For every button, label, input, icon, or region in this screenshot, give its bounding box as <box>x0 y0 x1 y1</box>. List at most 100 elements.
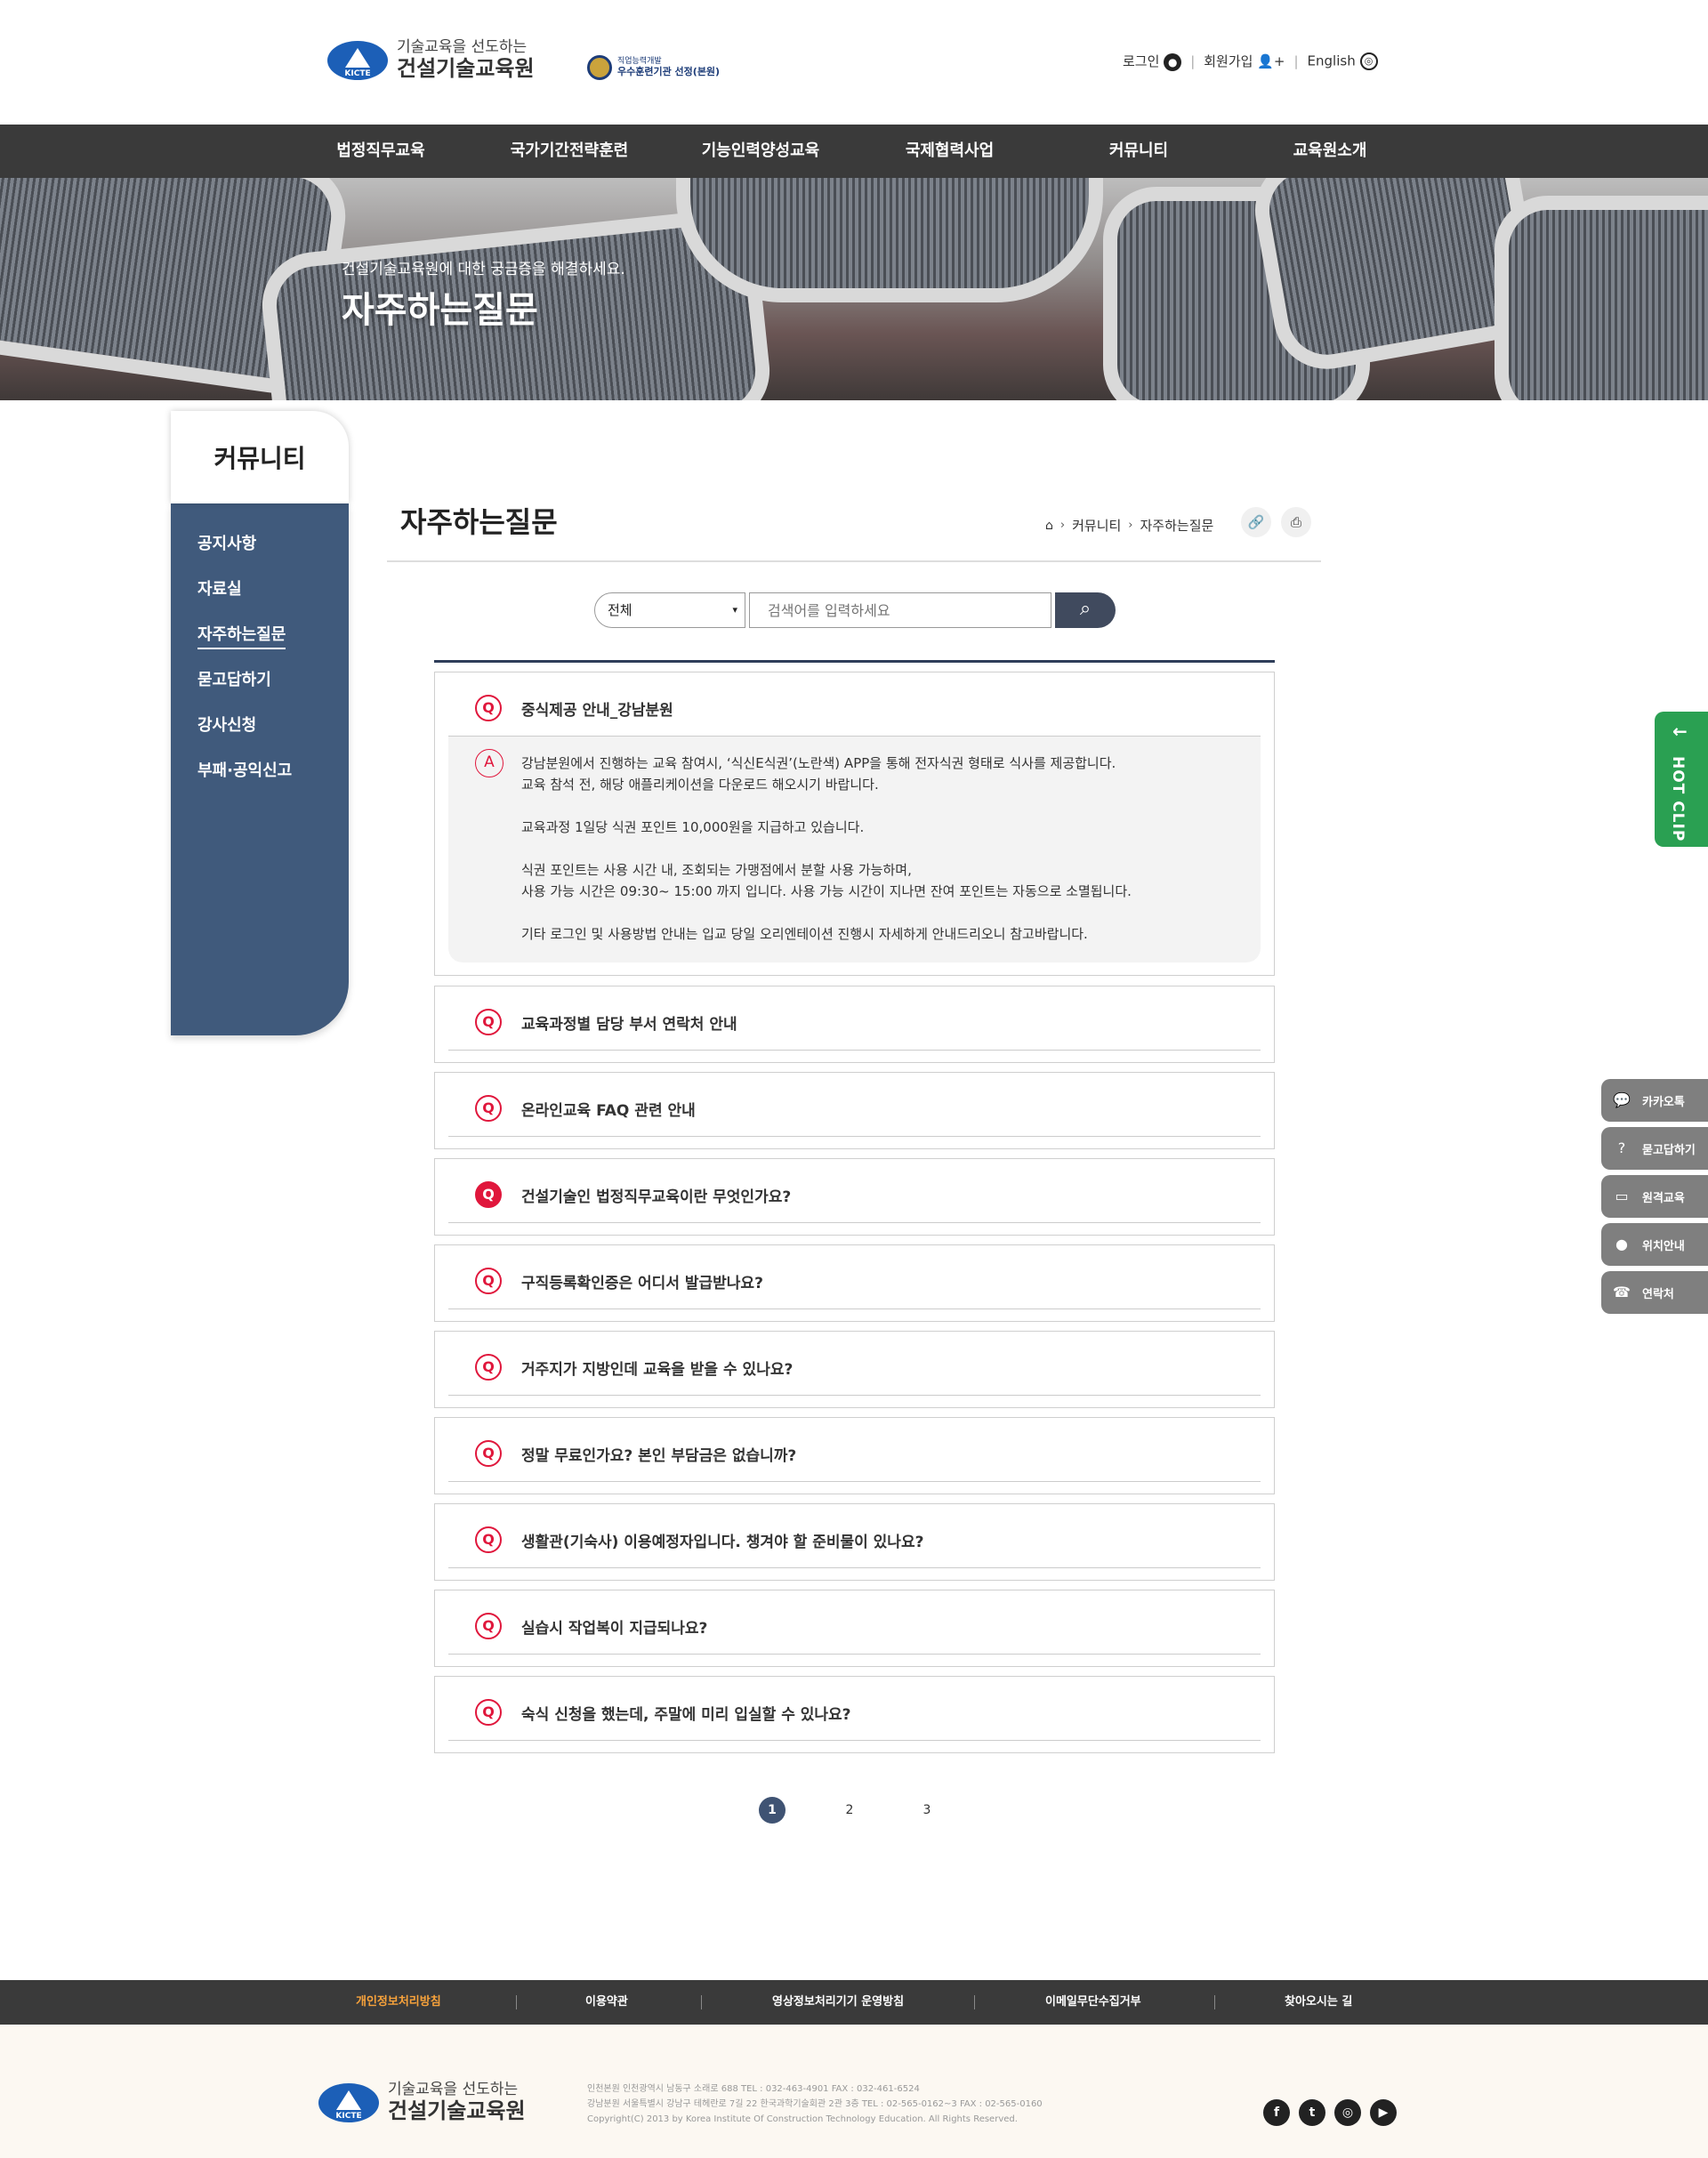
question-icon: Q <box>475 695 502 721</box>
faq-item[interactable]: Q 숙식 신청을 했는데, 주말에 미리 입실할 수 있나요? <box>434 1676 1275 1753</box>
faq-list-top-border <box>434 660 1275 663</box>
question-icon: Q <box>475 1181 502 1208</box>
question-icon: Q <box>475 1699 502 1726</box>
footer-link-cctv[interactable]: 영상정보처리기기 운영방침 <box>772 1980 904 2025</box>
phone-icon: ☎ <box>1613 1284 1631 1300</box>
question-icon: Q <box>475 1613 502 1639</box>
answer-icon: A <box>475 749 504 777</box>
hero-banner: 건설기술교육원에 대한 궁금증을 해결하세요. 자주하는질문 <box>0 178 1708 400</box>
page-title: 자주하는질문 <box>400 505 558 539</box>
faq-question: 교육과정별 담당 부서 연락처 안내 <box>521 1016 737 1034</box>
faq-item[interactable]: Q 거주지가 지방인데 교육을 받을 수 있나요? <box>434 1331 1275 1408</box>
footer-link-directions[interactable]: 찾아오시는 길 <box>1285 1980 1352 2025</box>
faq-item[interactable]: Q 실습시 작업복이 지급되나요? <box>434 1590 1275 1667</box>
nav-item-national-training[interactable]: 국가기간전략훈련 <box>498 125 640 178</box>
logo-mark-icon: KICTE <box>327 37 388 82</box>
facebook-icon[interactable]: f <box>1263 2099 1290 2126</box>
side-nav: 커뮤니티 공지사항 자료실 자주하는질문 묻고답하기 강사신청 부패·공익신고 <box>171 411 349 1035</box>
utility-nav: 로그인 ● | 회원가입 👤+ | English ◎ <box>1123 52 1378 71</box>
nav-item-skill-training[interactable]: 기능인력양성교육 <box>689 125 832 178</box>
link-icon[interactable]: 🔗 <box>1241 507 1271 537</box>
badge-line2: 우수훈련기관 선정(본원) <box>617 66 721 77</box>
join-link[interactable]: 회원가입 👤+ <box>1204 52 1285 70</box>
faq-question-row[interactable]: Q 중식제공 안내_강남분원 <box>448 672 1261 737</box>
user-circle-icon: ● <box>1164 52 1182 71</box>
search-button[interactable]: ⌕ <box>1055 592 1116 628</box>
question-icon: Q <box>475 1009 502 1035</box>
chevron-right-icon: › <box>1128 519 1133 532</box>
faq-question: 숙식 신청을 했는데, 주말에 미리 입실할 수 있나요? <box>521 1706 851 1724</box>
question-icon: Q <box>475 1095 502 1122</box>
faq-item[interactable]: Q 교육과정별 담당 부서 연락처 안내 <box>434 986 1275 1063</box>
faq-item[interactable]: Q 온라인교육 FAQ 관련 안내 <box>434 1072 1275 1149</box>
question-icon: Q <box>475 1440 502 1467</box>
certification-badge: 직업능력개발 우수훈련기관 선정(본원) <box>587 55 720 80</box>
quick-kakaotalk[interactable]: 💬 카카오톡 <box>1601 1079 1708 1122</box>
hot-clip-tab[interactable]: ← HOT CLIP <box>1655 712 1708 847</box>
answer-line: 교육 참석 전, 해당 애플리케이션을 다운로드 해오시기 바랍니다. <box>521 777 879 793</box>
monitor-icon: ▭ <box>1615 1188 1629 1204</box>
faq-question: 생활관(기숙사) 이용예정자입니다. 챙겨야 할 준비물이 있나요? <box>521 1534 924 1551</box>
faq-question: 중식제공 안내_강남분원 <box>521 702 673 720</box>
page-1[interactable]: 1 <box>759 1797 786 1824</box>
sidebar-item-archive[interactable]: 자료실 <box>171 567 349 612</box>
breadcrumb-community[interactable]: 커뮤니티 <box>1072 516 1121 535</box>
globe-icon: ◎ <box>1359 52 1378 70</box>
site-logo[interactable]: KICTE 기술교육을 선도하는 건설기술교육원 <box>327 37 535 82</box>
site-footer: KICTE 기술교육을 선도하는 건설기술교육원 인천본원 인천광역시 남동구 … <box>0 2025 1708 2158</box>
badge-line1: 직업능력개발 <box>617 57 662 66</box>
search-category-select[interactable]: 전체 ▾ <box>594 592 745 628</box>
question-icon: Q <box>475 1526 502 1553</box>
answer-line: 강남분원에서 진행하는 교육 참여시, ‘식신E식권’(노란색) APP을 통해… <box>521 755 1116 771</box>
nav-item-community[interactable]: 커뮤니티 <box>1103 125 1174 178</box>
page-3[interactable]: 3 <box>914 1797 940 1824</box>
faq-item[interactable]: Q 정말 무료인가요? 본인 부담금은 없습니까? <box>434 1417 1275 1494</box>
hot-clip-label: HOT CLIP <box>1669 756 1687 842</box>
faq-item[interactable]: Q 건설기술인 법정직무교육이란 무엇인가요? <box>434 1158 1275 1236</box>
footer-link-privacy[interactable]: 개인정보처리방침 <box>356 1980 441 2025</box>
question-icon: ? <box>1617 1139 1626 1156</box>
faq-answer: A 강남분원에서 진행하는 교육 참여시, ‘식신E식권’(노란색) APP을 … <box>448 737 1261 962</box>
sidebar-item-notice[interactable]: 공지사항 <box>171 521 349 567</box>
seal-icon <box>587 55 612 80</box>
search-bar: 전체▾ ⌕ <box>594 592 1116 628</box>
language-link[interactable]: English ◎ <box>1308 52 1378 70</box>
logo-name: 건설기술교육원 <box>397 56 535 81</box>
print-icon[interactable]: ⎙ <box>1281 507 1311 537</box>
login-link[interactable]: 로그인 ● <box>1123 52 1182 71</box>
sidebar-item-qna[interactable]: 묻고답하기 <box>171 657 349 703</box>
page-2[interactable]: 2 <box>836 1797 863 1824</box>
answer-line: 식권 포인트는 사용 시간 내, 조회되는 가맹점에서 분할 사용 가능하며, <box>521 862 912 878</box>
search-input[interactable] <box>749 592 1051 628</box>
footer-link-email[interactable]: 이메일무단수집거부 <box>1045 1980 1141 2025</box>
pagination: 1 2 3 <box>387 1797 1321 1832</box>
twitter-icon[interactable]: t <box>1299 2099 1325 2126</box>
main-nav: 법정직무교육 국가기간전략훈련 기능인력양성교육 국제협력사업 커뮤니티 교육원… <box>0 125 1708 178</box>
footer-link-terms[interactable]: 이용약관 <box>585 1980 628 2025</box>
faq-question: 정말 무료인가요? 본인 부담금은 없습니까? <box>521 1447 797 1465</box>
quick-contact[interactable]: ☎ 연락처 <box>1601 1271 1708 1314</box>
breadcrumb-faq[interactable]: 자주하는질문 <box>1140 516 1214 535</box>
instagram-icon[interactable]: ◎ <box>1334 2099 1361 2126</box>
breadcrumb: ⌂ › 커뮤니티 › 자주하는질문 <box>1045 516 1213 535</box>
nav-item-legal-training[interactable]: 법정직무교육 <box>336 125 425 178</box>
chevron-down-icon: ▾ <box>732 604 737 616</box>
sidebar-item-instructor-apply[interactable]: 강사신청 <box>171 703 349 748</box>
sidebar-item-report[interactable]: 부패·공익신고 <box>171 748 349 793</box>
faq-question: 온라인교육 FAQ 관련 안내 <box>521 1102 696 1120</box>
faq-item[interactable]: Q 생활관(기숙사) 이용예정자입니다. 챙겨야 할 준비물이 있나요? <box>434 1503 1275 1581</box>
quick-remote-education[interactable]: ▭ 원격교육 <box>1601 1175 1708 1218</box>
quick-qna[interactable]: ? 묻고답하기 <box>1601 1127 1708 1170</box>
nav-item-international[interactable]: 국제협력사업 <box>894 125 1005 178</box>
location-pin-icon: ● <box>1615 1236 1628 1252</box>
logo-mark-icon: KICTE <box>318 2080 379 2124</box>
answer-line: 교육과정 1일당 식권 포인트 10,000원을 지급하고 있습니다. <box>521 819 865 835</box>
quick-location[interactable]: ● 위치안내 <box>1601 1223 1708 1266</box>
chevron-right-icon: › <box>1059 519 1066 532</box>
sidebar-item-faq[interactable]: 자주하는질문 <box>171 612 349 657</box>
nav-item-about[interactable]: 교육원소개 <box>1285 125 1374 178</box>
home-icon[interactable]: ⌂ <box>1045 519 1053 533</box>
faq-item[interactable]: Q 구직등록확인증은 어디서 발급받나요? <box>434 1244 1275 1322</box>
logo-tagline: 기술교육을 선도하는 <box>397 38 528 56</box>
youtube-icon[interactable]: ▶ <box>1370 2099 1397 2126</box>
